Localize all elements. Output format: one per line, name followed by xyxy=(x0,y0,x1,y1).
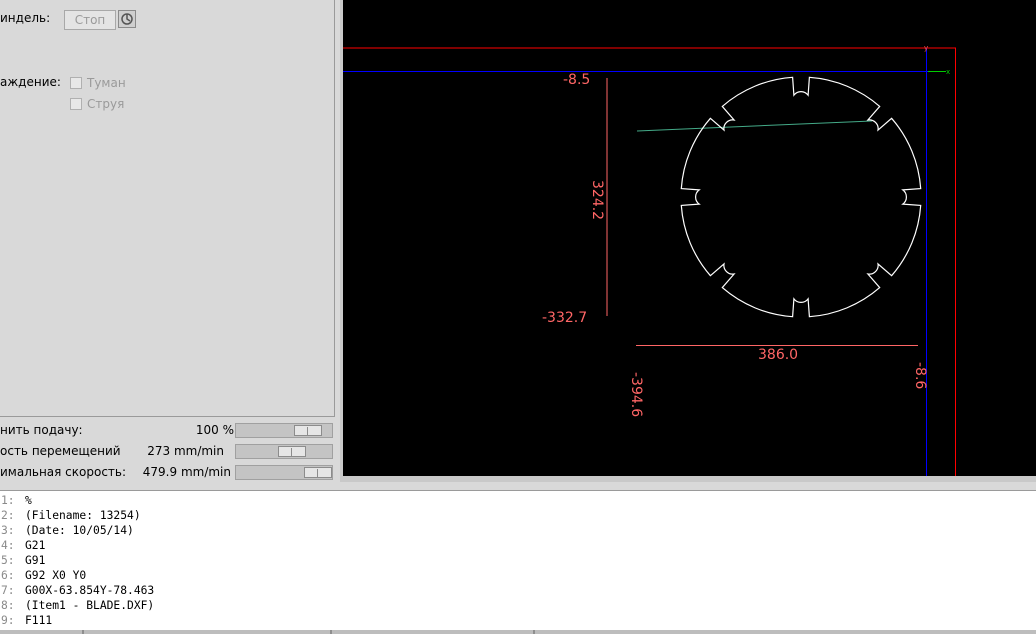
gcode-line[interactable]: 2: (Filename: 13254) xyxy=(0,509,141,524)
line-number: 6: xyxy=(1,569,15,582)
line-text: G91 xyxy=(25,554,46,567)
jog-speed-thumb[interactable] xyxy=(278,446,306,457)
strip-divider xyxy=(533,630,535,634)
line-number: 3: xyxy=(1,524,15,537)
line-text: (Filename: 13254) xyxy=(25,509,141,522)
line-number: 9: xyxy=(1,614,15,627)
mist-checkbox[interactable]: Туман xyxy=(70,76,126,90)
coolant-label: аждение: xyxy=(0,75,61,89)
feed-override-thumb[interactable] xyxy=(294,425,322,436)
gcode-line[interactable]: 1:% xyxy=(0,494,32,509)
line-text: (Date: 10/05/14) xyxy=(25,524,134,537)
feed-override-label: нить подачу: xyxy=(0,423,83,437)
line-text: G00X-63.854Y-78.463 xyxy=(25,584,155,597)
max-velocity-slider[interactable] xyxy=(235,465,333,480)
spindle-toggle-button[interactable] xyxy=(118,10,136,28)
gcode-line[interactable]: 7: G00X-63.854Y-78.463 xyxy=(0,584,154,599)
spindle-icon xyxy=(121,13,133,25)
flood-check-box[interactable] xyxy=(70,98,82,110)
mist-check-box[interactable] xyxy=(70,77,82,89)
part-outline xyxy=(680,76,922,318)
y-axis-label: y xyxy=(924,44,928,52)
control-panel: индель: Стоп аждение: Туман Струя xyxy=(0,0,335,417)
jog-speed-value: 273 mm/min xyxy=(147,444,224,458)
line-number: 1: xyxy=(1,494,15,507)
line-text: (Item1 - BLADE.DXF) xyxy=(25,599,155,612)
line-number: 8: xyxy=(1,599,15,612)
gcode-line[interactable]: 4: G21 xyxy=(0,539,45,554)
dim-height: 324.2 xyxy=(589,180,605,220)
spindle-label: индель: xyxy=(0,11,51,25)
dim-top-left: -8.5 xyxy=(563,72,590,88)
strip-divider xyxy=(330,630,332,634)
jog-speed-label: ость перемещений xyxy=(0,444,121,458)
jog-speed-slider[interactable] xyxy=(235,444,333,459)
gcode-line[interactable]: 6: G92 X0 Y0 xyxy=(0,569,86,584)
mist-label: Туман xyxy=(87,76,126,90)
max-velocity-value: 479.9 mm/min xyxy=(142,465,231,479)
line-text: F111 xyxy=(25,614,53,627)
dim-right-bottom: -8.6 xyxy=(912,362,928,389)
gcode-line[interactable]: 5: G91 xyxy=(0,554,45,569)
line-text: G92 X0 Y0 xyxy=(25,569,87,582)
line-number: 5: xyxy=(1,554,15,567)
flood-label: Струя xyxy=(87,97,125,111)
status-strip xyxy=(0,630,1036,634)
gcode-line[interactable]: 9: F111 xyxy=(0,614,52,629)
gcode-listing[interactable]: 1:% 2: (Filename: 13254) 3: (Date: 10/05/1… xyxy=(0,490,1036,631)
gcode-line[interactable]: 3: (Date: 10/05/14) xyxy=(0,524,134,539)
feed-override-slider[interactable] xyxy=(235,423,333,438)
spindle-status-field[interactable]: Стоп xyxy=(64,10,116,30)
line-number: 7: xyxy=(1,584,15,597)
line-number: 2: xyxy=(1,509,15,522)
flood-checkbox[interactable]: Струя xyxy=(70,97,124,111)
line-text: G21 xyxy=(25,539,46,552)
dim-left-bottom: -394.6 xyxy=(628,372,644,417)
max-velocity-thumb[interactable] xyxy=(304,467,332,478)
x-axis-label: x xyxy=(946,68,950,76)
strip-divider xyxy=(82,630,84,634)
gcode-line[interactable]: 8: (Item1 - BLADE.DXF) xyxy=(0,599,154,614)
toolpath-preview[interactable]: x y -8.5 -332.7 386.0 324.2 -394.6 -8.6 xyxy=(343,0,1036,476)
feed-override-row: нить подачу: 100 % xyxy=(0,420,340,441)
rapid-move-line xyxy=(636,120,873,132)
jog-speed-row: ость перемещений 273 mm/min xyxy=(0,441,340,462)
max-velocity-label: имальная скорость: xyxy=(0,465,127,479)
max-velocity-row: имальная скорость: 479.9 mm/min xyxy=(0,462,340,483)
dim-width: 386.0 xyxy=(758,347,798,363)
line-text: % xyxy=(25,494,32,507)
line-number: 4: xyxy=(1,539,15,552)
dim-bottom-left: -332.7 xyxy=(542,310,587,326)
feed-override-value: 100 % xyxy=(195,423,234,437)
